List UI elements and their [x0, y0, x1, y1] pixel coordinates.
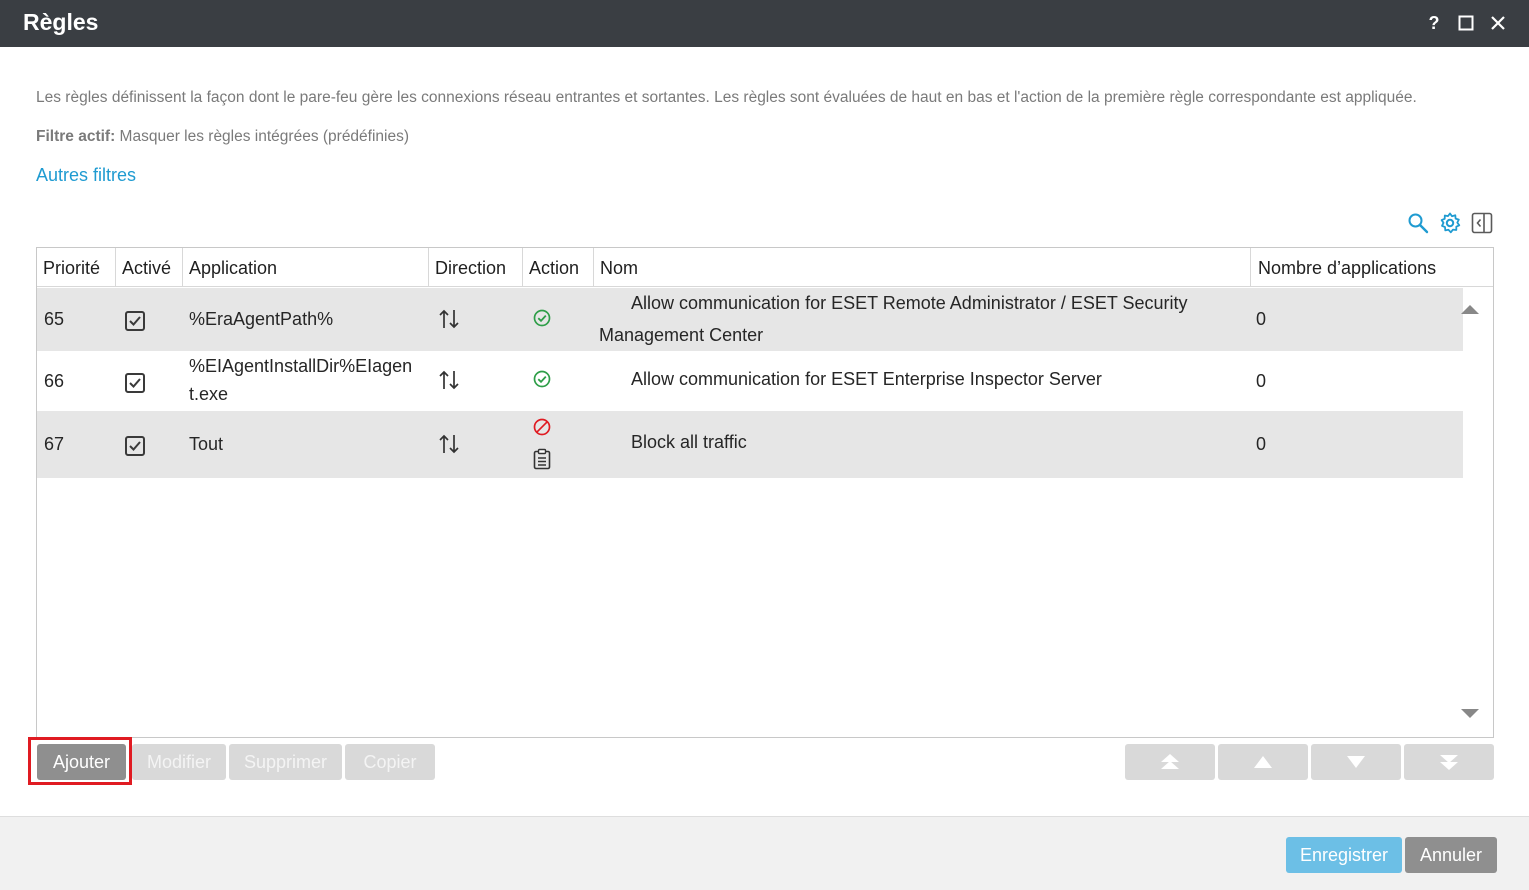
row-name: Block all traffic [631, 432, 747, 452]
row-app-count: 0 [1256, 309, 1267, 329]
row-enabled-checkbox[interactable] [125, 311, 145, 331]
collapse-panel-button[interactable] [1471, 212, 1493, 234]
checkmark-icon [129, 378, 141, 388]
window-title: Règles [23, 9, 99, 35]
bidirectional-arrows-icon [439, 434, 459, 454]
help-button[interactable]: ? [1425, 11, 1443, 35]
bidirectional-arrows-icon [439, 309, 459, 329]
rules-description: Les règles définissent la façon dont le … [36, 89, 1417, 106]
down-arrow-icon [1347, 756, 1365, 768]
column-direction[interactable]: Direction [429, 248, 523, 287]
move-to-bottom-button[interactable] [1404, 744, 1494, 780]
settings-button[interactable] [1439, 212, 1461, 234]
delete-button[interactable]: Supprimer [229, 744, 342, 780]
allow-check-icon [533, 370, 551, 388]
table-row[interactable]: 66 %EIAgentInstallDir%EIagen t.exe Allow… [37, 351, 1463, 411]
row-enabled-checkbox[interactable] [125, 436, 145, 456]
row-name-line2: Management Center [599, 325, 764, 345]
row-direction [438, 433, 460, 460]
row-application: Tout [189, 434, 224, 454]
copy-button[interactable]: Copier [345, 744, 435, 780]
row-application-line2: t.exe [189, 384, 229, 404]
log-clipboard-icon [533, 448, 551, 470]
allow-check-icon [533, 309, 551, 327]
active-filter-value: Masquer les règles intégrées (prédéfinie… [119, 128, 410, 145]
row-action [532, 369, 552, 394]
edit-button[interactable]: Modifier [132, 744, 226, 780]
column-enabled[interactable]: Activé [116, 248, 183, 287]
dialog-footer: Enregistrer Annuler [0, 816, 1529, 890]
other-filters-link[interactable]: Autres filtres [36, 165, 136, 186]
row-priority: 67 [44, 434, 65, 454]
search-icon [1408, 213, 1429, 234]
move-down-button[interactable] [1311, 744, 1401, 780]
scroll-down-arrow[interactable] [1461, 709, 1479, 718]
gear-icon [1440, 212, 1461, 234]
active-filter-label: Filtre actif: [36, 128, 116, 145]
save-button[interactable]: Enregistrer [1286, 837, 1402, 873]
close-icon [1491, 16, 1505, 30]
bidirectional-arrows-icon [439, 370, 459, 390]
cancel-button[interactable]: Annuler [1405, 837, 1497, 873]
row-enabled-checkbox[interactable] [125, 373, 145, 393]
table-tools [1407, 212, 1493, 234]
column-priority[interactable]: Priorité [37, 248, 116, 287]
window-controls: ? [1425, 11, 1507, 35]
row-app-count: 0 [1256, 371, 1267, 391]
row-name-line1: Allow communication for ESET Remote Admi… [631, 293, 1188, 313]
row-action-block [532, 417, 552, 442]
rules-table: Priorité Activé Application Direction Ac… [36, 247, 1494, 738]
add-button[interactable]: Ajouter [37, 744, 126, 780]
table-row[interactable]: 65 %EraAgentPath% Allow communication fo… [37, 288, 1463, 351]
title-bar: Règles ? [0, 0, 1529, 47]
row-application: %EraAgentPath% [189, 309, 334, 329]
column-application[interactable]: Application [183, 248, 429, 287]
checkmark-icon [129, 441, 141, 451]
row-direction [438, 369, 460, 396]
maximize-button[interactable] [1457, 11, 1475, 35]
row-action-log [532, 448, 552, 475]
column-app-count[interactable]: Nombre d’applications [1251, 248, 1493, 287]
checkmark-icon [129, 316, 141, 326]
row-app-count: 0 [1256, 434, 1267, 454]
search-button[interactable] [1407, 212, 1429, 234]
close-button[interactable] [1489, 11, 1507, 35]
row-action [532, 308, 552, 333]
double-down-arrow-icon [1440, 755, 1458, 770]
table-header: Priorité Activé Application Direction Ac… [37, 248, 1493, 287]
up-arrow-icon [1254, 756, 1272, 768]
maximize-icon [1458, 15, 1474, 31]
row-priority: 65 [44, 309, 65, 329]
table-row[interactable]: 67 Tout Block all traffic 0 [37, 411, 1463, 478]
move-up-button[interactable] [1218, 744, 1308, 780]
active-filter: Filtre actif: Masquer les règles intégré… [36, 128, 409, 146]
row-priority: 66 [44, 371, 65, 391]
row-application-line1: %EIAgentInstallDir%EIagen [189, 356, 413, 376]
move-to-top-button[interactable] [1125, 744, 1215, 780]
column-action[interactable]: Action [523, 248, 594, 287]
block-icon [533, 418, 551, 436]
double-up-arrow-icon [1161, 754, 1179, 769]
scroll-up-arrow[interactable] [1461, 305, 1479, 314]
collapse-panel-icon [1471, 212, 1493, 234]
row-name: Allow communication for ESET Enterprise … [631, 369, 1102, 389]
row-direction [438, 308, 460, 335]
column-name[interactable]: Nom [594, 248, 1251, 287]
